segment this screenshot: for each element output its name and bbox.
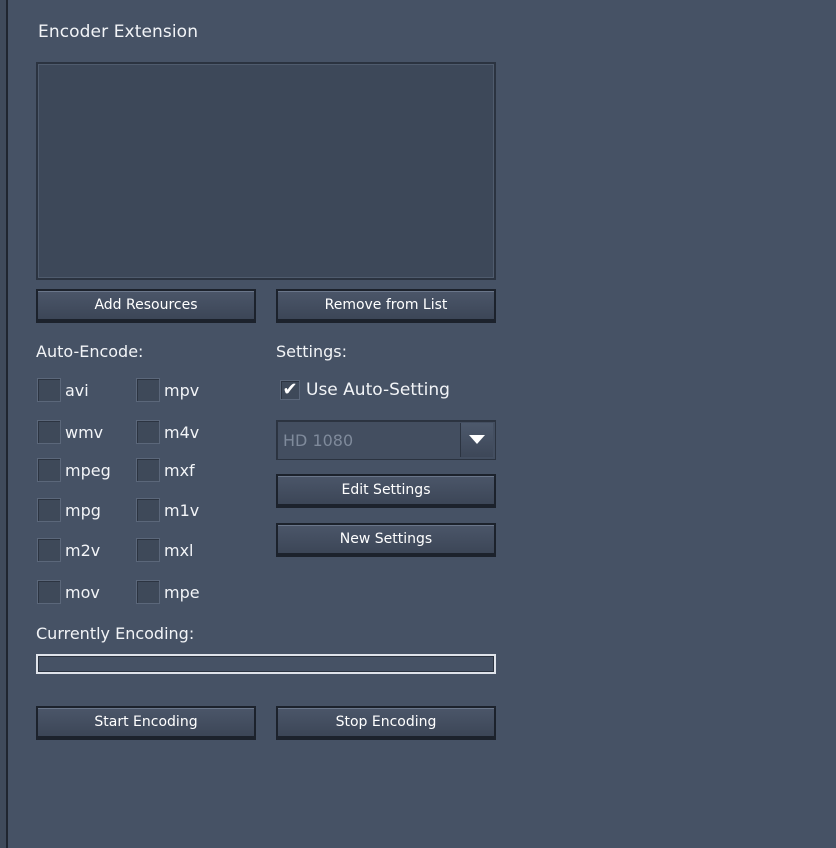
edit-settings-button[interactable]: Edit Settings <box>276 474 496 508</box>
check-icon: ✔ <box>282 379 298 400</box>
checkbox-box[interactable]: ✔ <box>280 380 300 400</box>
triangle-down-icon <box>469 435 485 444</box>
remove-from-list-label: Remove from List <box>324 297 448 313</box>
window-left-border <box>0 0 8 848</box>
add-resources-button[interactable]: Add Resources <box>36 289 256 323</box>
remove-from-list-button[interactable]: Remove from List <box>276 289 496 323</box>
new-settings-button[interactable]: New Settings <box>276 523 496 557</box>
settings-preset-select[interactable]: HD 1080 <box>276 420 496 460</box>
checkbox-wmv[interactable]: wmv <box>37 420 103 444</box>
new-settings-label: New Settings <box>339 531 433 547</box>
checkbox-mpv[interactable]: mpv <box>136 378 199 402</box>
start-encoding-label: Start Encoding <box>94 714 198 730</box>
use-auto-setting-checkbox[interactable]: ✔ Use Auto-Setting <box>280 380 450 400</box>
use-auto-setting-label: Use Auto-Setting <box>306 380 450 400</box>
start-encoding-button[interactable]: Start Encoding <box>36 706 256 740</box>
checkbox-box[interactable] <box>136 378 160 402</box>
checkbox-label: mpe <box>164 582 200 602</box>
checkbox-mpe[interactable]: mpe <box>136 580 200 604</box>
checkbox-mpeg[interactable]: mpeg <box>37 458 111 482</box>
encoding-progress-bar <box>36 654 496 674</box>
checkbox-label: mpv <box>164 380 200 400</box>
checkbox-label: mov <box>65 582 100 602</box>
checkbox-mov[interactable]: mov <box>37 580 100 604</box>
settings-heading: Settings: <box>276 342 348 361</box>
checkbox-box[interactable] <box>37 498 61 522</box>
checkbox-label: avi <box>65 380 89 400</box>
checkbox-mxl[interactable]: mxl <box>136 538 194 562</box>
checkbox-box[interactable] <box>37 420 61 444</box>
stop-encoding-button[interactable]: Stop Encoding <box>276 706 496 740</box>
checkbox-label: mxf <box>164 460 195 480</box>
checkbox-box[interactable] <box>37 458 61 482</box>
checkbox-label: m2v <box>65 540 101 560</box>
checkbox-m1v[interactable]: m1v <box>136 498 199 522</box>
checkbox-mxf[interactable]: mxf <box>136 458 195 482</box>
checkbox-label: m4v <box>164 422 200 442</box>
checkbox-box[interactable] <box>37 538 61 562</box>
checkbox-label: mpg <box>65 500 101 520</box>
panel-title: Encoder Extension <box>38 22 199 42</box>
edit-settings-label: Edit Settings <box>341 482 431 498</box>
checkbox-label: wmv <box>65 422 104 442</box>
dropdown-button[interactable] <box>460 423 493 457</box>
currently-encoding-label: Currently Encoding: <box>36 624 195 643</box>
checkbox-box[interactable] <box>136 538 160 562</box>
auto-encode-heading: Auto-Encode: <box>36 342 144 361</box>
resource-list[interactable] <box>36 62 496 280</box>
checkbox-box[interactable] <box>37 580 61 604</box>
checkbox-label: m1v <box>164 500 200 520</box>
checkbox-mpg[interactable]: mpg <box>37 498 101 522</box>
checkbox-box[interactable] <box>37 378 61 402</box>
checkbox-box[interactable] <box>136 420 160 444</box>
settings-preset-value: HD 1080 <box>283 431 354 450</box>
checkbox-label: mxl <box>164 540 194 560</box>
add-resources-label: Add Resources <box>94 297 198 313</box>
checkbox-avi[interactable]: avi <box>37 378 89 402</box>
stop-encoding-label: Stop Encoding <box>335 714 437 730</box>
checkbox-box[interactable] <box>136 458 160 482</box>
checkbox-m2v[interactable]: m2v <box>37 538 100 562</box>
checkbox-m4v[interactable]: m4v <box>136 420 199 444</box>
checkbox-label: mpeg <box>65 460 111 480</box>
checkbox-box[interactable] <box>136 580 160 604</box>
checkbox-box[interactable] <box>136 498 160 522</box>
